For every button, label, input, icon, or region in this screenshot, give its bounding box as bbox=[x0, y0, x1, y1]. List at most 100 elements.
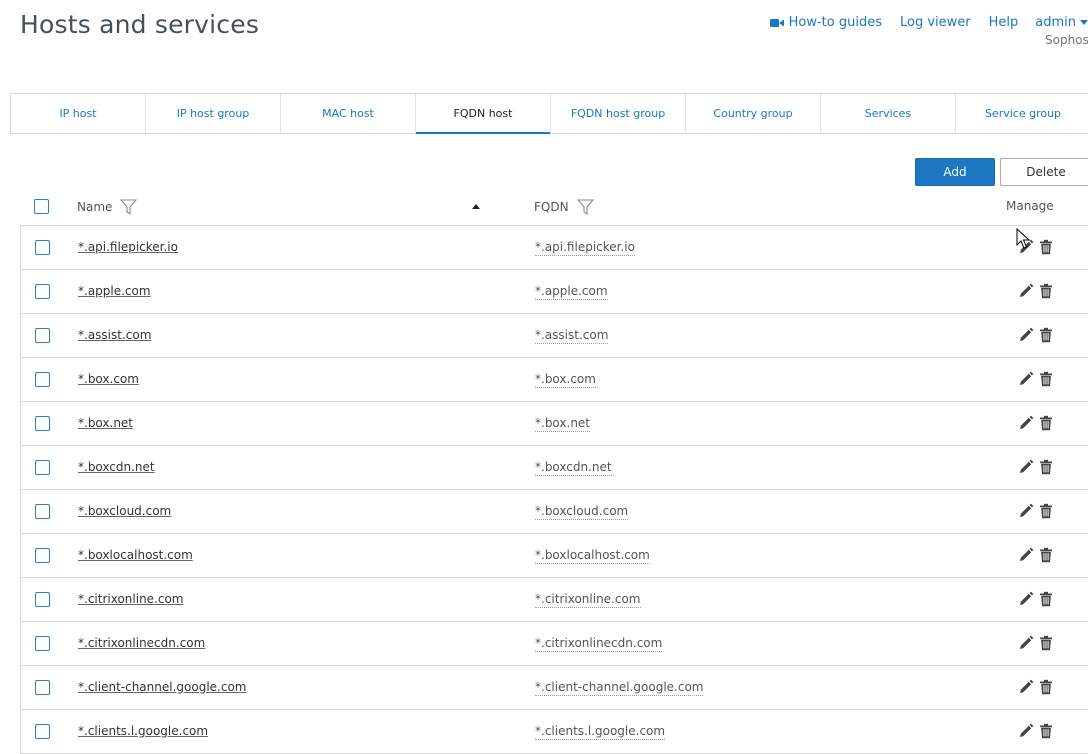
tab-services[interactable]: Services bbox=[821, 94, 956, 133]
pencil-icon[interactable] bbox=[1018, 503, 1034, 519]
table-row: *.boxcdn.net *.boxcdn.net bbox=[20, 446, 1088, 490]
fqdn-value: *.box.net bbox=[535, 416, 591, 432]
trash-icon[interactable] bbox=[1039, 239, 1053, 255]
trash-icon[interactable] bbox=[1039, 327, 1053, 343]
pencil-icon[interactable] bbox=[1018, 459, 1034, 475]
host-name-link[interactable]: *.apple.com bbox=[78, 284, 151, 298]
row-checkbox[interactable] bbox=[35, 284, 50, 299]
table-row: *.boxlocalhost.com *.boxlocalhost.com bbox=[20, 534, 1088, 578]
fqdn-host-table: Name FQDN Manage *.api.filepicker.io *.ap… bbox=[20, 188, 1088, 754]
fqdn-value: *.box.com bbox=[535, 372, 596, 388]
how-to-guides-label: How-to guides bbox=[788, 15, 882, 30]
host-name-link[interactable]: *.box.net bbox=[78, 416, 133, 430]
trash-icon[interactable] bbox=[1039, 459, 1053, 475]
how-to-guides-link[interactable]: How-to guides bbox=[769, 15, 882, 30]
org-name: Sophos bbox=[1045, 33, 1088, 47]
tab-ip-host-group[interactable]: IP host group bbox=[146, 94, 281, 133]
column-fqdn-label: FQDN bbox=[534, 200, 569, 214]
table-row: *.citrixonlinecdn.com *.citrixonlinecdn.c… bbox=[20, 622, 1088, 666]
tab-country-group[interactable]: Country group bbox=[686, 94, 821, 133]
row-checkbox[interactable] bbox=[35, 724, 50, 739]
host-name-link[interactable]: *.citrixonline.com bbox=[78, 592, 184, 606]
pencil-icon[interactable] bbox=[1018, 591, 1034, 607]
row-checkbox[interactable] bbox=[35, 636, 50, 651]
table-row: *.api.filepicker.io *.api.filepicker.io bbox=[20, 226, 1088, 270]
tab-fqdn-host-group[interactable]: FQDN host group bbox=[551, 94, 686, 133]
host-name-link[interactable]: *.assist.com bbox=[78, 328, 151, 342]
pencil-icon[interactable] bbox=[1018, 415, 1034, 431]
trash-icon[interactable] bbox=[1039, 283, 1053, 299]
top-links: How-to guides Log viewer Help admin bbox=[769, 15, 1088, 30]
trash-icon[interactable] bbox=[1039, 415, 1053, 431]
row-checkbox[interactable] bbox=[35, 328, 50, 343]
fqdn-value: *.boxlocalhost.com bbox=[535, 548, 650, 564]
host-name-link[interactable]: *.clients.l.google.com bbox=[78, 724, 208, 738]
row-checkbox[interactable] bbox=[35, 372, 50, 387]
tab-fqdn-host[interactable]: FQDN host bbox=[416, 94, 551, 134]
pencil-icon[interactable] bbox=[1018, 635, 1034, 651]
fqdn-value: *.client-channel.google.com bbox=[535, 680, 704, 696]
host-name-link[interactable]: *.citrixonlinecdn.com bbox=[78, 636, 205, 650]
trash-icon[interactable] bbox=[1039, 591, 1053, 607]
log-viewer-link[interactable]: Log viewer bbox=[900, 15, 971, 30]
video-camera-icon bbox=[769, 18, 784, 27]
pencil-icon[interactable] bbox=[1018, 547, 1034, 563]
table-body: *.api.filepicker.io *.api.filepicker.io *.… bbox=[20, 226, 1088, 754]
tab-service-group[interactable]: Service group bbox=[956, 94, 1088, 133]
pencil-icon[interactable] bbox=[1018, 371, 1034, 387]
column-header-name: Name bbox=[77, 199, 138, 215]
trash-icon[interactable] bbox=[1039, 547, 1053, 563]
host-name-link[interactable]: *.api.filepicker.io bbox=[78, 240, 178, 254]
fqdn-value: *.citrixonline.com bbox=[535, 592, 641, 608]
filter-icon[interactable] bbox=[576, 199, 594, 215]
fqdn-value: *.assist.com bbox=[535, 328, 609, 344]
pencil-icon[interactable] bbox=[1018, 723, 1034, 739]
table-row: *.citrixonline.com *.citrixonline.com bbox=[20, 578, 1088, 622]
pencil-icon[interactable] bbox=[1018, 679, 1034, 695]
admin-label: admin bbox=[1035, 15, 1076, 30]
help-link[interactable]: Help bbox=[989, 15, 1019, 30]
admin-menu[interactable]: admin bbox=[1035, 15, 1088, 30]
chevron-down-icon bbox=[1080, 20, 1088, 25]
fqdn-value: *.api.filepicker.io bbox=[535, 240, 635, 256]
host-name-link[interactable]: *.client-channel.google.com bbox=[78, 680, 246, 694]
host-name-link[interactable]: *.boxcloud.com bbox=[78, 504, 171, 518]
fqdn-value: *.boxcdn.net bbox=[535, 460, 612, 476]
table-row: *.box.com *.box.com bbox=[20, 358, 1088, 402]
trash-icon[interactable] bbox=[1039, 679, 1053, 695]
row-checkbox[interactable] bbox=[35, 504, 50, 519]
host-name-link[interactable]: *.boxcdn.net bbox=[78, 460, 155, 474]
table-header: Name FQDN Manage bbox=[20, 188, 1088, 226]
filter-icon[interactable] bbox=[120, 199, 138, 215]
row-checkbox[interactable] bbox=[35, 592, 50, 607]
pencil-icon[interactable] bbox=[1018, 283, 1034, 299]
fqdn-value: *.boxcloud.com bbox=[535, 504, 629, 520]
mouse-cursor-icon bbox=[1016, 228, 1030, 249]
fqdn-value: *.apple.com bbox=[535, 284, 608, 300]
table-row: *.client-channel.google.com *.client-chan… bbox=[20, 666, 1088, 710]
table-row: *.box.net *.box.net bbox=[20, 402, 1088, 446]
page-title: Hosts and services bbox=[20, 10, 260, 39]
trash-icon[interactable] bbox=[1039, 635, 1053, 651]
row-checkbox[interactable] bbox=[35, 680, 50, 695]
fqdn-value: *.clients.l.google.com bbox=[535, 724, 666, 740]
trash-icon[interactable] bbox=[1039, 723, 1053, 739]
delete-button[interactable]: Delete bbox=[1000, 158, 1088, 186]
trash-icon[interactable] bbox=[1039, 503, 1053, 519]
tab-ip-host[interactable]: IP host bbox=[11, 94, 146, 133]
host-name-link[interactable]: *.box.com bbox=[78, 372, 139, 386]
tab-mac-host[interactable]: MAC host bbox=[281, 94, 416, 133]
row-checkbox[interactable] bbox=[35, 416, 50, 431]
trash-icon[interactable] bbox=[1039, 371, 1053, 387]
add-button[interactable]: Add bbox=[915, 158, 995, 186]
sort-ascending-icon[interactable] bbox=[472, 204, 480, 209]
row-checkbox[interactable] bbox=[35, 548, 50, 563]
select-all-checkbox[interactable] bbox=[34, 199, 49, 214]
host-name-link[interactable]: *.boxlocalhost.com bbox=[78, 548, 193, 562]
tab-bar: IP host IP host group MAC host FQDN host… bbox=[10, 93, 1088, 134]
table-row: *.apple.com *.apple.com bbox=[20, 270, 1088, 314]
row-checkbox[interactable] bbox=[35, 240, 50, 255]
fqdn-value: *.citrixonlinecdn.com bbox=[535, 636, 663, 652]
row-checkbox[interactable] bbox=[35, 460, 50, 475]
pencil-icon[interactable] bbox=[1018, 327, 1034, 343]
